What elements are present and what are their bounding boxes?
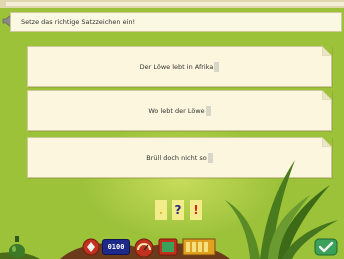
top-frame-inner	[6, 2, 344, 6]
gauge-icon[interactable]	[133, 237, 155, 257]
punctuation-blank[interactable]	[205, 105, 211, 116]
sentence-text: Der Löwe lebt in Afrika	[139, 62, 214, 71]
sentence-text: Wo lebt der Löwe	[148, 106, 205, 115]
exclamation-mark-symbol: !	[193, 203, 199, 217]
sentence-card-1[interactable]: Der Löwe lebt in Afrika	[27, 46, 332, 87]
exclamation-mark-choice[interactable]: !	[190, 200, 202, 220]
question-mark-choice[interactable]: ?	[172, 200, 184, 220]
period-symbol: .	[158, 203, 164, 217]
punctuation-blank[interactable]	[214, 61, 220, 72]
page-curl-icon	[322, 90, 332, 100]
sentence-card-2[interactable]: Wo lebt der Löwe	[27, 90, 332, 131]
bottom-toolbar: 0100	[0, 231, 344, 259]
book-icon[interactable]	[158, 237, 178, 257]
exercise-screen: Setze das richtige Satzzeichen ein! Der …	[0, 0, 344, 259]
page-curl-icon	[322, 137, 332, 147]
potion-bottle-icon[interactable]	[6, 235, 28, 259]
red-stop-button-icon[interactable]	[82, 238, 100, 256]
punctuation-blank[interactable]	[207, 152, 213, 163]
instruction-text: Setze das richtige Satzzeichen ein!	[21, 18, 136, 26]
counter-display: 0100	[102, 239, 130, 255]
sentence-text: Brüll doch nicht so	[146, 153, 207, 162]
question-mark-symbol: ?	[174, 203, 182, 217]
checkmark-button-icon[interactable]	[314, 238, 338, 256]
page-curl-icon	[322, 46, 332, 56]
period-choice[interactable]: .	[155, 200, 167, 220]
top-frame	[0, 0, 344, 8]
film-strip-icon[interactable]	[182, 236, 216, 258]
instruction-bar: Setze das richtige Satzzeichen ein!	[10, 12, 342, 32]
counter-value: 0100	[107, 243, 125, 251]
